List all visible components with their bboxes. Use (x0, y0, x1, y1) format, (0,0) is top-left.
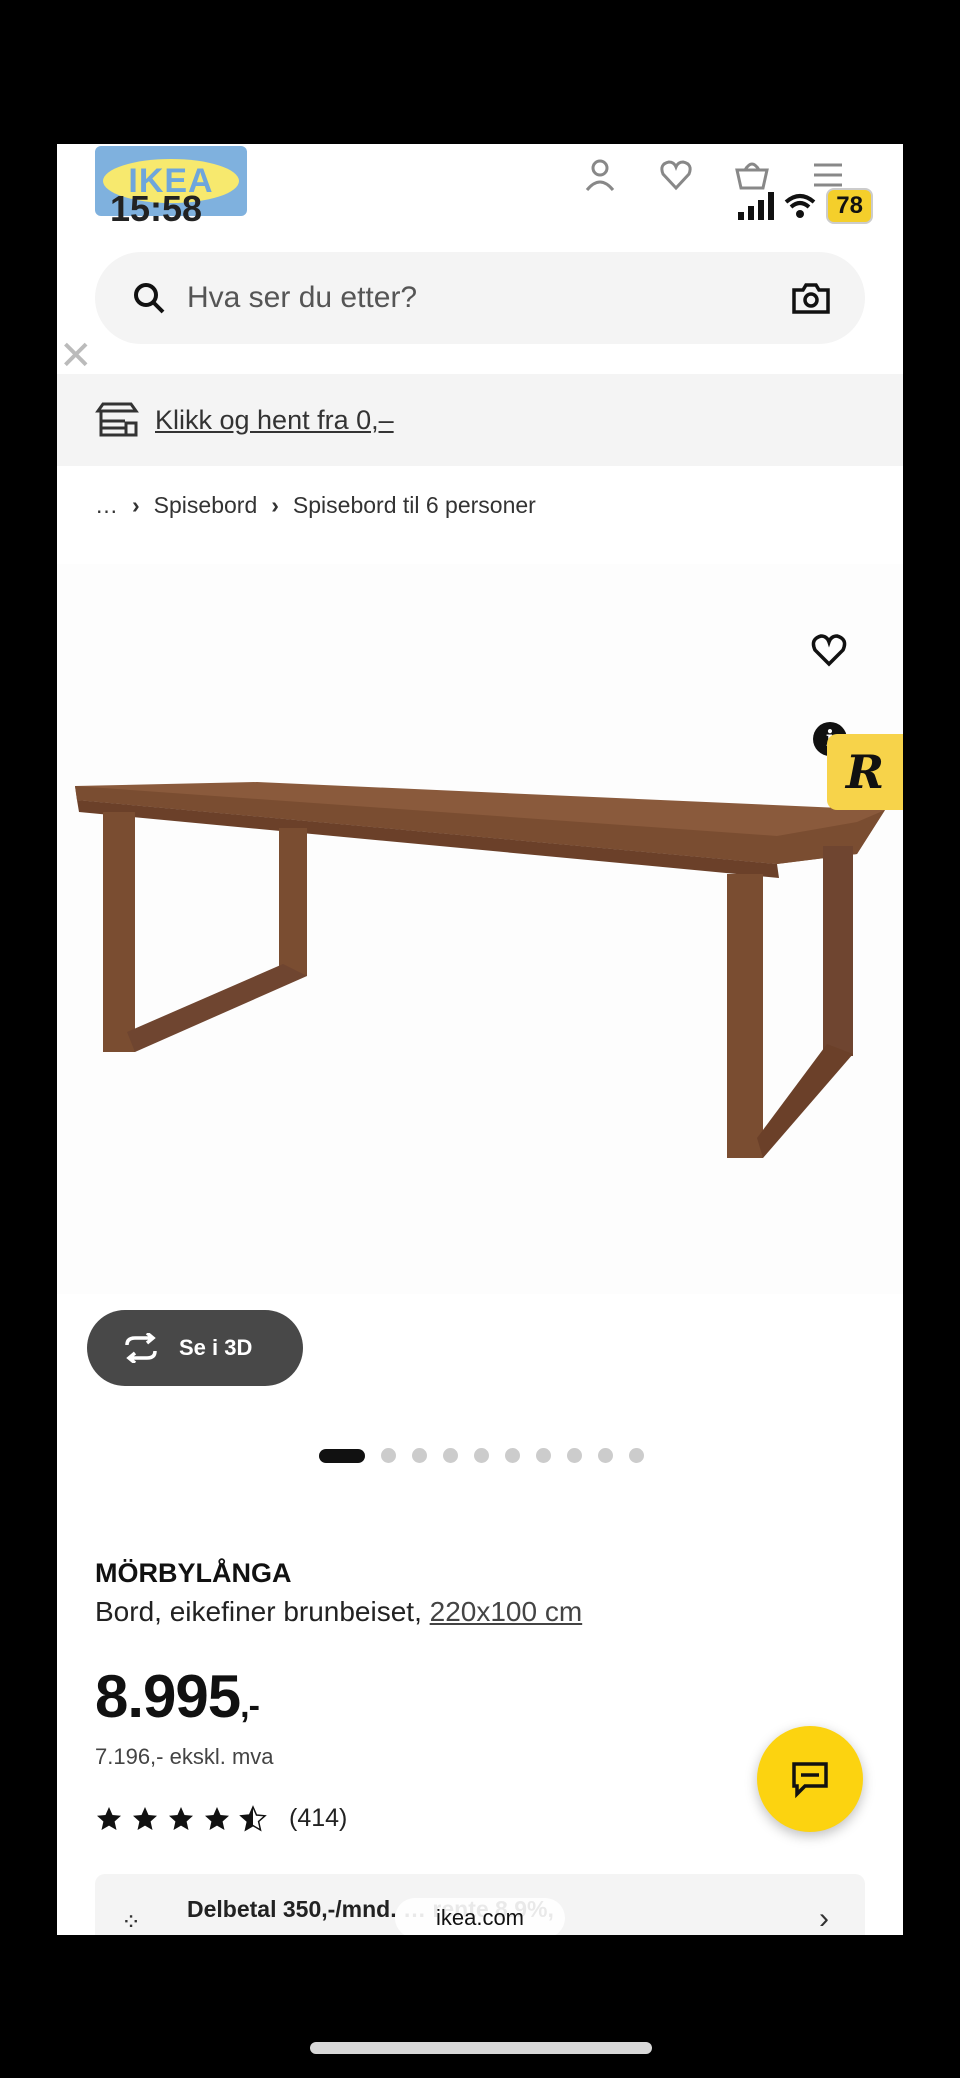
pagination-dot[interactable] (567, 1448, 582, 1463)
pagination-dot[interactable] (505, 1448, 520, 1463)
product-rating[interactable]: (414) (95, 1804, 347, 1833)
breadcrumb-item-spisebord-6[interactable]: Spisebord til 6 personer (293, 492, 536, 519)
breadcrumb-item-spisebord[interactable]: Spisebord (154, 492, 258, 519)
product-type: Bord, eikefiner brunbeiset, (95, 1596, 422, 1627)
product-size-link[interactable]: 220x100 cm (430, 1596, 583, 1627)
status-time: 15:58 (110, 188, 203, 229)
star-full-icon (133, 1806, 157, 1830)
signal-icon (738, 192, 775, 220)
product-name: MÖRBYLÅNGA (95, 1558, 292, 1588)
view-3d-label: Se i 3D (179, 1335, 253, 1360)
rotate-3d-icon (125, 1333, 157, 1363)
camera-search-icon[interactable] (791, 280, 831, 316)
browser-viewport: IKEA 15:58 78 Hva ser du etter? ✕ Klikk … (57, 144, 903, 1935)
header-actions (581, 156, 847, 194)
chevron-right-icon: › (819, 1902, 829, 1935)
profile-icon[interactable] (581, 156, 619, 194)
star-full-icon (97, 1806, 121, 1830)
pagination-dot[interactable] (412, 1448, 427, 1463)
star-half-icon (239, 1804, 267, 1832)
pagination-dot[interactable] (474, 1448, 489, 1463)
click-collect-link[interactable]: Klikk og hent fra 0,– (155, 405, 394, 436)
rating-count: (414) (289, 1804, 348, 1832)
pagination-dot[interactable] (536, 1448, 551, 1463)
product-description: Bord, eikefiner brunbeiset, 220x100 cm (95, 1596, 582, 1628)
breadcrumb-ellipsis[interactable]: … (95, 492, 118, 519)
payment-icon: ⁘ (121, 1909, 142, 1935)
home-indicator[interactable] (310, 2042, 652, 2054)
pagination-dot[interactable] (443, 1448, 458, 1463)
add-to-favourites-icon[interactable] (809, 630, 849, 670)
breadcrumb: … › Spisebord › Spisebord til 6 personer (95, 492, 536, 519)
pagination-dot[interactable] (598, 1448, 613, 1463)
search-placeholder: Hva ser du etter? (187, 281, 418, 314)
search-icon (134, 283, 165, 314)
search-input[interactable]: Hva ser du etter? (95, 252, 865, 344)
chevron-right-icon: › (271, 492, 279, 518)
close-icon[interactable]: ✕ (59, 336, 95, 376)
star-full-icon (169, 1806, 193, 1830)
pagination-dot[interactable] (381, 1448, 396, 1463)
browser-url-pill[interactable]: ikea.com (395, 1898, 565, 1935)
pagination-dot[interactable] (629, 1448, 644, 1463)
menu-icon[interactable] (809, 156, 847, 194)
r-extension-badge[interactable]: R (827, 734, 903, 810)
favourites-icon[interactable] (657, 156, 695, 194)
gallery-pagination (319, 1448, 644, 1463)
pagination-dot-active[interactable] (319, 1448, 365, 1463)
chat-button[interactable] (757, 1726, 863, 1832)
product-price: 8.995,- (95, 1662, 260, 1731)
chevron-right-icon: › (132, 492, 140, 518)
wifi-icon (784, 194, 816, 218)
product-image[interactable] (57, 564, 903, 1294)
click-collect-banner[interactable]: Klikk og hent fra 0,– (57, 374, 903, 466)
price-suffix: ,- (240, 1687, 260, 1725)
chat-icon (792, 1762, 828, 1799)
phone-frame: IKEA 15:58 78 Hva ser du etter? ✕ Klikk … (0, 0, 960, 2078)
star-full-icon (205, 1806, 229, 1830)
view-3d-button[interactable]: Se i 3D (87, 1310, 303, 1386)
store-icon (95, 402, 139, 437)
price-ex-vat: 7.196,- ekskl. mva (95, 1744, 274, 1769)
price-value: 8.995 (95, 1663, 241, 1730)
cart-icon[interactable] (733, 156, 771, 194)
